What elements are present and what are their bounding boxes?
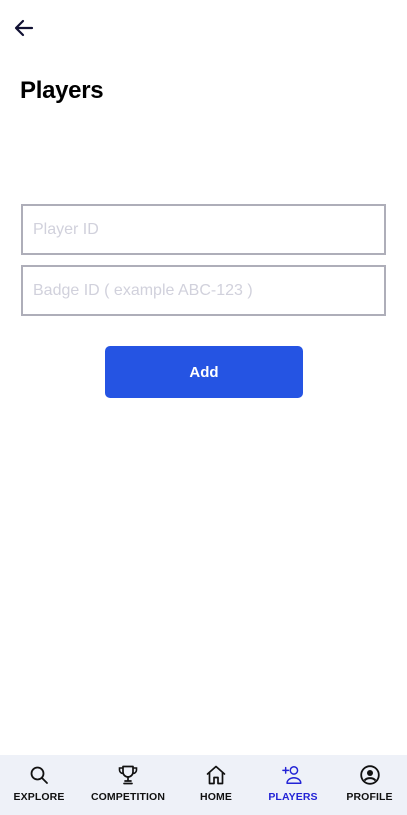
- tab-profile[interactable]: PROFILE: [332, 755, 407, 803]
- tab-label: PROFILE: [346, 791, 393, 803]
- add-button[interactable]: Add: [105, 346, 303, 398]
- players-screen: Players Add EXPLORE COMPETITION: [0, 0, 407, 815]
- tab-explore[interactable]: EXPLORE: [0, 755, 78, 803]
- tab-label: COMPETITION: [90, 791, 165, 803]
- badge-id-input[interactable]: [21, 265, 386, 316]
- home-icon: [205, 764, 227, 786]
- tab-players[interactable]: PLAYERS: [254, 755, 332, 803]
- tab-label: EXPLORE: [13, 791, 65, 803]
- tab-competition[interactable]: COMPETITION: [78, 755, 178, 803]
- search-icon: [28, 764, 50, 786]
- arrow-left-icon: [14, 19, 34, 37]
- tab-home[interactable]: HOME: [178, 755, 254, 803]
- page-title: Players: [20, 77, 104, 104]
- tab-label: PLAYERS: [268, 791, 318, 803]
- player-id-input[interactable]: [21, 204, 386, 255]
- user-circle-icon: [359, 764, 381, 786]
- add-user-icon: [282, 764, 304, 786]
- back-button[interactable]: [10, 14, 38, 42]
- bottom-tab-bar: EXPLORE COMPETITION HOME PLAYERS PROFILE: [0, 755, 407, 815]
- tab-label: HOME: [200, 791, 232, 803]
- trophy-icon: [117, 764, 139, 786]
